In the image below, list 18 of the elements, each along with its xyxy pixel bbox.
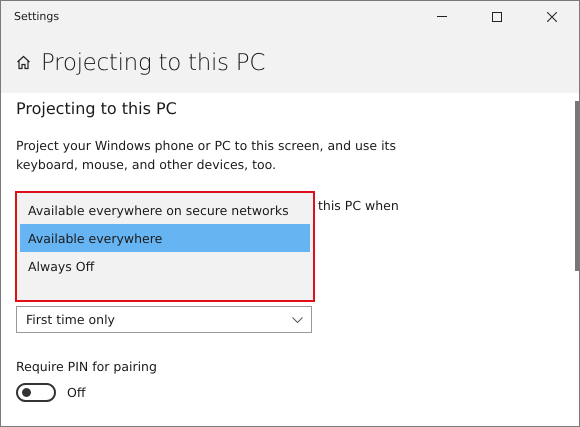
chevron-down-icon: [292, 316, 303, 322]
section-title: Projecting to this PC: [16, 99, 178, 118]
section-description: Project your Windows phone or PC to this screen, and use its keyboard, mouse, and other devices, too.: [16, 137, 397, 174]
window-title: Settings: [14, 10, 60, 23]
ask-to-project-dropdown[interactable]: First time only: [16, 306, 312, 333]
maximize-icon: [492, 12, 502, 22]
scrollbar[interactable]: [575, 101, 579, 271]
menu-option[interactable]: Always Off: [20, 252, 310, 280]
home-icon[interactable]: [16, 55, 31, 70]
menu-option[interactable]: Available everywhere: [20, 224, 310, 252]
menu-option[interactable]: Available everywhere on secure networks: [20, 196, 310, 224]
minimize-icon: [436, 16, 446, 17]
toggle-switch[interactable]: [16, 383, 56, 402]
page-title: Projecting to this PC: [41, 50, 266, 76]
close-icon: [546, 12, 556, 22]
setting-label: this PC when: [318, 198, 400, 213]
toggle-state: Off: [67, 385, 86, 400]
setting-label: Require PIN for pairing: [16, 359, 158, 374]
